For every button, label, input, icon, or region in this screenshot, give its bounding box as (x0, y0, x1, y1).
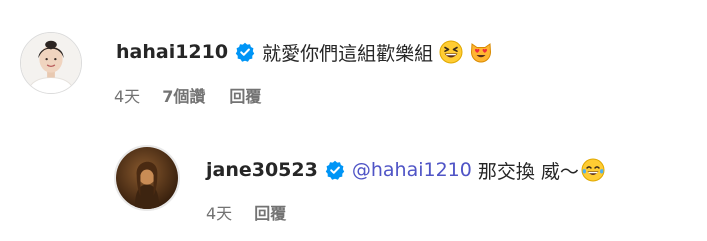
comment-text: 就愛你們這組歡樂組 (262, 42, 434, 65)
comment-line: hahai1210 就愛你們這組歡樂組 (116, 37, 493, 67)
comment-timestamp[interactable]: 4天 (206, 200, 232, 224)
username-link[interactable]: hahai1210 (116, 41, 228, 63)
avatar-hahai1210[interactable] (20, 32, 82, 94)
comment-meta: 4天 7個讚 回覆 (114, 84, 261, 106)
comment-timestamp[interactable]: 4天 (114, 83, 140, 107)
verified-badge-icon (235, 42, 255, 62)
reply-line: jane30523 @hahai1210 那交換 威～ (206, 155, 605, 185)
mention-link[interactable]: @hahai1210 (352, 159, 472, 181)
smiling-cat-heart-eyes-icon (469, 40, 493, 64)
reply-button[interactable]: 回覆 (229, 83, 261, 107)
verified-badge-icon (325, 160, 345, 180)
profile-photo-icon (21, 33, 81, 93)
profile-photo-icon (116, 147, 178, 209)
avatar-jane30523[interactable] (114, 145, 180, 211)
username-link[interactable]: jane30523 (206, 159, 318, 181)
grinning-squinting-face-icon (439, 40, 463, 64)
likes-count-button[interactable]: 7個讚 (162, 83, 205, 107)
reply-meta: 4天 回覆 (206, 201, 286, 223)
face-with-tears-of-joy-icon (581, 158, 605, 182)
comment-text: 那交換 威～ (477, 160, 579, 183)
reply-button[interactable]: 回覆 (254, 200, 286, 224)
